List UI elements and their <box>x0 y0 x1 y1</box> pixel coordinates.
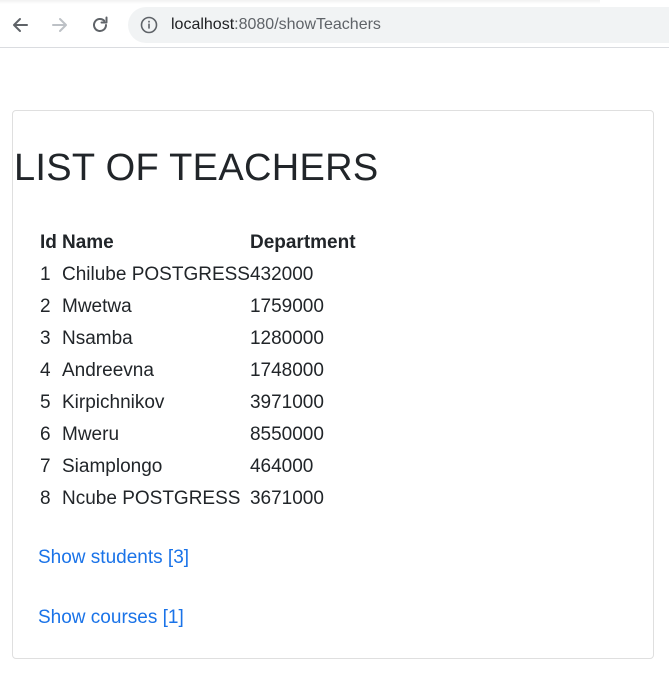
table-row: 7 Siamplongo 464000 <box>37 451 380 483</box>
content-card: LIST OF TEACHERS Id Name Department 1 Ch… <box>12 110 654 659</box>
cell-name: Andreevna <box>62 360 154 381</box>
table-row: 6 Mweru 8550000 <box>37 419 380 451</box>
cell-id: 4 <box>40 360 51 381</box>
header-department: Department <box>249 232 356 253</box>
cell-department: 1280000 <box>249 328 324 349</box>
cell-id: 2 <box>40 296 51 317</box>
browser-toolbar: localhost:8080/showTeachers <box>0 0 669 48</box>
url-host: localhost <box>171 16 235 33</box>
info-icon[interactable] <box>140 16 158 34</box>
table-header-row: Id Name Department <box>37 227 380 259</box>
header-name: Name <box>62 232 114 253</box>
cell-id: 6 <box>40 424 51 445</box>
address-bar[interactable]: localhost:8080/showTeachers <box>128 7 669 43</box>
teachers-table: Id Name Department 1 Chilube POSTGRESS 4… <box>37 227 380 515</box>
table-row: 5 Kirpichnikov 3971000 <box>37 387 380 419</box>
table-row: 1 Chilube POSTGRESS 432000 <box>37 259 380 291</box>
table-row: 3 Nsamba 1280000 <box>37 323 380 355</box>
cell-name: Mweru <box>62 424 120 445</box>
cell-department: 1748000 <box>249 360 324 381</box>
cell-id: 7 <box>40 456 51 477</box>
url-path: :8080/showTeachers <box>234 16 381 33</box>
arrow-right-icon <box>52 18 67 32</box>
cell-name: Siamplongo <box>62 456 163 477</box>
cell-department: 432000 <box>249 264 314 285</box>
cell-id: 5 <box>40 392 51 413</box>
table-row: 4 Andreevna 1748000 <box>37 355 380 387</box>
cell-id: 3 <box>40 328 51 349</box>
arrow-left-icon <box>13 18 28 32</box>
back-button[interactable] <box>8 13 32 37</box>
cell-name: Kirpichnikov <box>62 392 165 413</box>
table-row: 2 Mwetwa 1759000 <box>37 291 380 323</box>
page-title: LIST OF TEACHERS <box>14 147 379 189</box>
forward-button[interactable] <box>48 13 72 37</box>
show-courses-link[interactable]: Show courses [1] <box>38 606 184 630</box>
cell-department: 8550000 <box>249 424 324 445</box>
reload-icon <box>93 16 108 32</box>
cell-id: 1 <box>40 264 51 285</box>
url-text[interactable]: localhost:8080/showTeachers <box>171 15 381 35</box>
table-row: 8 Ncube POSTGRESS 3671000 <box>37 483 380 515</box>
cell-id: 8 <box>40 488 51 509</box>
show-students-link[interactable]: Show students [3] <box>38 546 189 570</box>
cell-department: 464000 <box>249 456 314 477</box>
tab-strip-edge <box>0 0 600 4</box>
cell-name: Chilube POSTGRESS <box>62 264 250 285</box>
cell-department: 1759000 <box>249 296 324 317</box>
reload-button[interactable] <box>88 13 112 37</box>
cell-name: Mwetwa <box>62 296 132 317</box>
cell-name: Ncube POSTGRESS <box>62 488 241 509</box>
cell-department: 3671000 <box>249 488 324 509</box>
header-id: Id <box>40 232 57 253</box>
cell-department: 3971000 <box>249 392 324 413</box>
cell-name: Nsamba <box>62 328 133 349</box>
